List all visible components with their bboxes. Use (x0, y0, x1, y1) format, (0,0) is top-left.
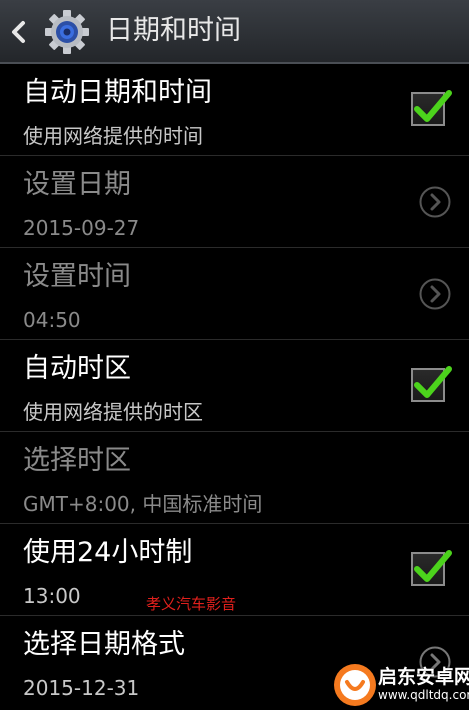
row-summary: 04:50 (23, 308, 81, 332)
set-time-row[interactable]: 设置时间 04:50 (0, 248, 469, 340)
row-title: 选择时区 (23, 445, 131, 476)
row-summary: 13:00 (23, 584, 81, 608)
auto-timezone-row[interactable]: 自动时区 使用网络提供的时区 (0, 340, 469, 432)
set-date-row[interactable]: 设置日期 2015-09-27 (0, 156, 469, 248)
chevron-right-icon (419, 186, 451, 218)
auto-timezone-checkbox[interactable] (411, 366, 452, 402)
site-logo-icon (334, 664, 376, 706)
back-button[interactable] (8, 18, 30, 46)
auto-date-time-checkbox[interactable] (411, 90, 452, 126)
auto-date-time-row[interactable]: 自动日期和时间 使用网络提供的时间 (0, 64, 469, 156)
row-summary: 2015-09-27 (23, 216, 140, 240)
row-title: 选择日期格式 (23, 629, 185, 660)
back-arrow-icon (12, 21, 25, 43)
site-logo: 启东安卓网 www.qdltdq.com (330, 660, 469, 710)
row-title: 自动时区 (23, 353, 131, 384)
row-summary: 2015-12-31 (23, 676, 140, 700)
checkmark-icon (414, 550, 452, 582)
site-logo-name: 启东安卓网 (378, 666, 469, 688)
row-title: 使用24小时制 (23, 537, 193, 568)
page-title: 日期和时间 (106, 15, 241, 46)
use-24-hour-checkbox[interactable] (411, 550, 452, 586)
row-summary: 使用网络提供的时区 (23, 400, 203, 424)
gear-icon (45, 10, 89, 54)
row-title: 自动日期和时间 (23, 77, 212, 108)
action-bar: 日期和时间 (0, 0, 469, 64)
select-timezone-row[interactable]: 选择时区 GMT+8:00, 中国标准时间 (0, 432, 469, 524)
watermark-text: 孝义汽车影音 (146, 595, 237, 613)
row-title: 设置日期 (23, 169, 131, 200)
row-title: 设置时间 (23, 261, 131, 292)
chevron-right-icon (419, 278, 451, 310)
checkmark-icon (414, 366, 452, 398)
checkmark-icon (414, 90, 452, 122)
row-summary: 使用网络提供的时间 (23, 124, 203, 148)
row-summary: GMT+8:00, 中国标准时间 (23, 492, 263, 516)
site-logo-url: www.qdltdq.com (378, 688, 469, 702)
